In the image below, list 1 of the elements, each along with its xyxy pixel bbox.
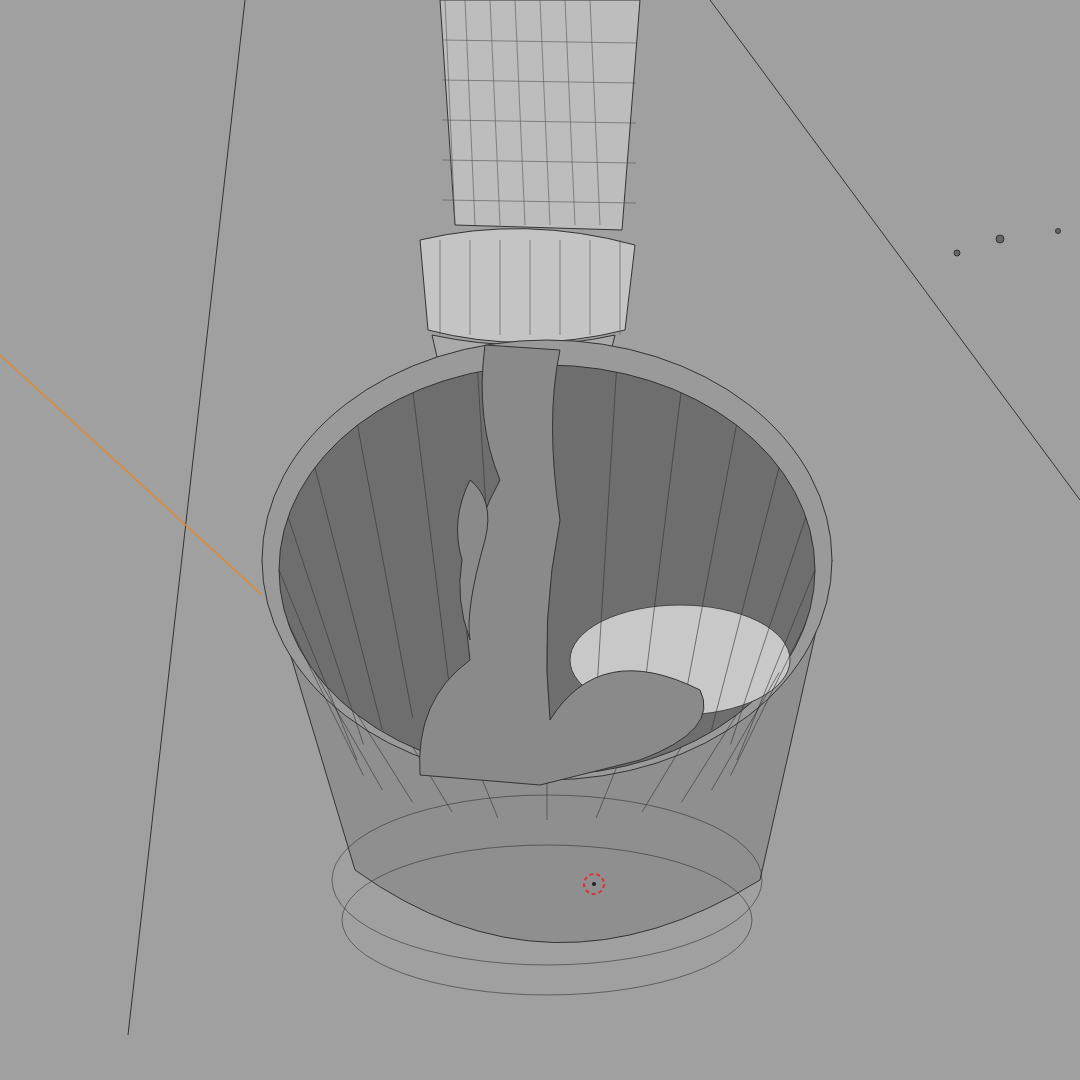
cursor-icon (583, 873, 605, 895)
